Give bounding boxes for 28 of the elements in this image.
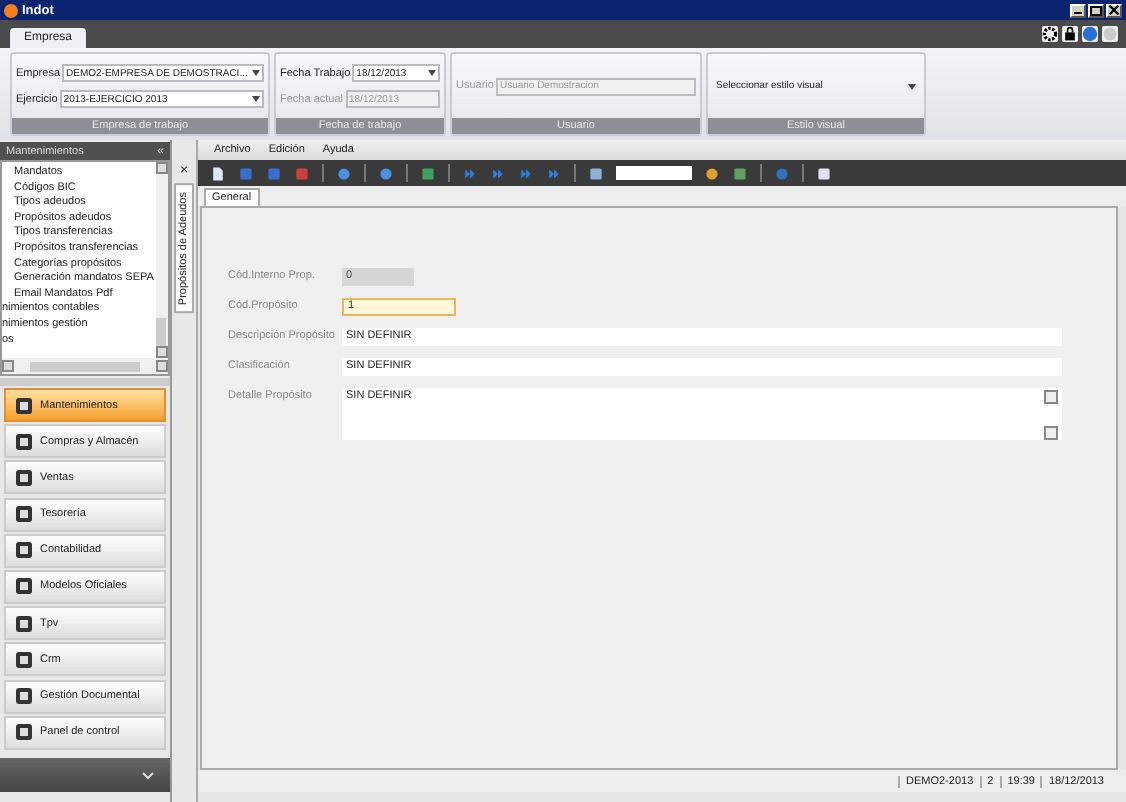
- module-icon: [14, 540, 34, 561]
- app-logo-icon: [4, 3, 18, 17]
- module-icon: [14, 576, 34, 597]
- dropdown-arrow-icon: [428, 70, 436, 76]
- settings-icon[interactable]: [1042, 26, 1058, 42]
- module-icon: [14, 504, 34, 525]
- scrollbar[interactable]: [156, 162, 168, 358]
- close-button[interactable]: [1106, 3, 1122, 17]
- module-icon: [14, 686, 34, 706]
- restore-button[interactable]: [1088, 3, 1104, 17]
- scroll-up-button[interactable]: [1044, 390, 1058, 404]
- module-icon: [14, 431, 34, 452]
- new-document-icon[interactable]: [210, 165, 226, 181]
- module-icon: [14, 467, 34, 488]
- module-icon: [14, 722, 34, 743]
- scrollbar[interactable]: [2, 358, 168, 374]
- search-field[interactable]: [616, 166, 692, 180]
- splitter-grip[interactable]: [0, 378, 170, 386]
- dropdown-arrow-icon: [908, 83, 916, 89]
- lock-icon[interactable]: [1062, 26, 1078, 42]
- module-icon: [14, 395, 34, 415]
- chevron-down-icon[interactable]: [142, 771, 154, 779]
- minimize-button[interactable]: [1070, 3, 1086, 17]
- dropdown-arrow-icon: [252, 70, 260, 76]
- module-icon: [14, 613, 34, 634]
- scroll-down-button[interactable]: [1044, 426, 1058, 440]
- dropdown-arrow-icon: [252, 96, 260, 102]
- module-icon: [14, 649, 34, 670]
